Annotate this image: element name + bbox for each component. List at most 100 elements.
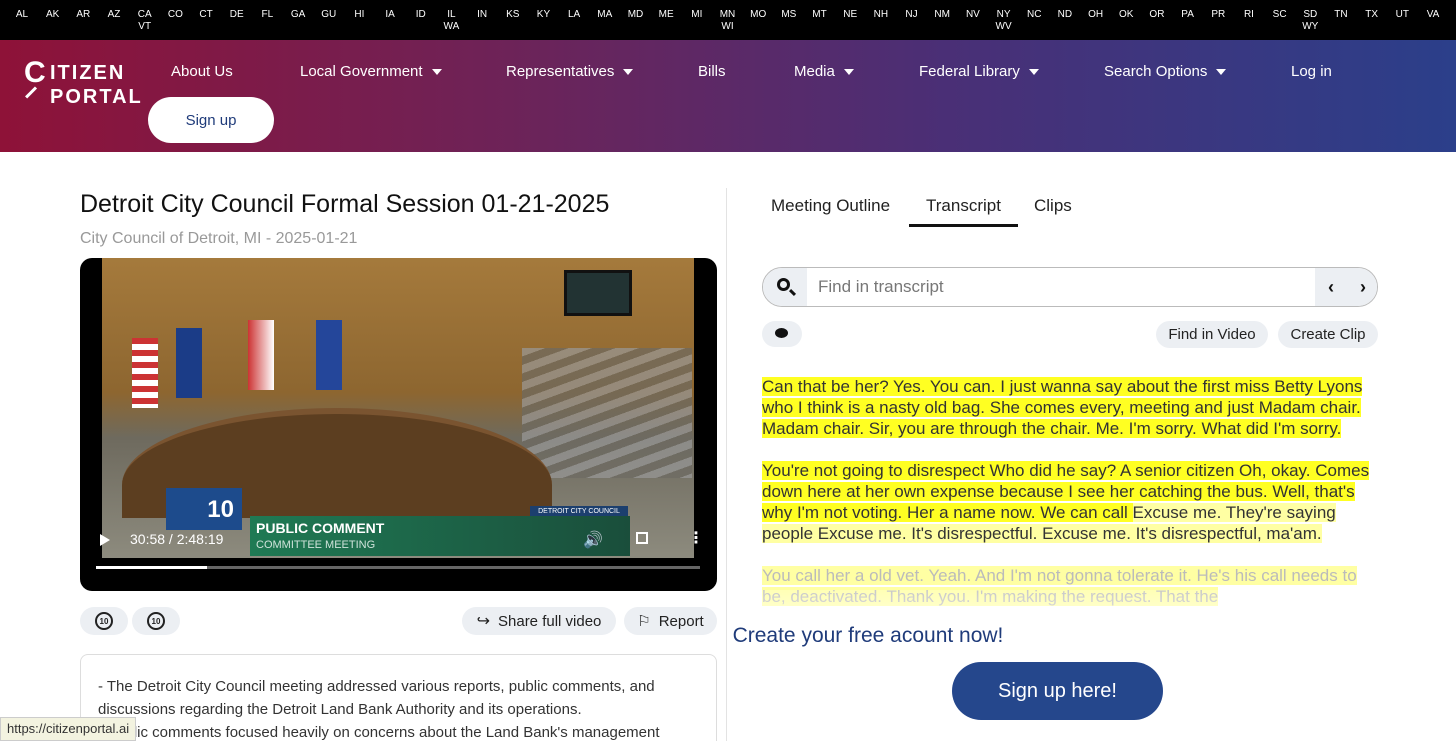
state-link-ks[interactable]: KS bbox=[503, 9, 523, 21]
state-label: KY bbox=[536, 9, 551, 20]
play-icon[interactable] bbox=[100, 534, 110, 546]
state-link-ms[interactable]: MS bbox=[779, 9, 799, 21]
nav-bills[interactable]: Bills bbox=[698, 63, 726, 80]
transcript-paragraph[interactable]: You're not going to disrespect Who did h… bbox=[762, 460, 1378, 544]
search-input[interactable] bbox=[807, 268, 1315, 306]
chevron-right-icon[interactable]: › bbox=[1360, 277, 1366, 298]
logo-word-portal: PORTAL bbox=[50, 86, 143, 108]
state-link-ca[interactable]: CA VT bbox=[135, 9, 155, 33]
signup-button[interactable]: Sign up bbox=[148, 97, 274, 143]
state-label: NC bbox=[1027, 9, 1042, 20]
state-link-la[interactable]: LA bbox=[564, 9, 584, 21]
citizen-portal-logo[interactable]: C ITIZEN PORTAL bbox=[22, 56, 141, 112]
nav-about-us[interactable]: About Us bbox=[171, 63, 233, 80]
video-progress-bar[interactable] bbox=[96, 566, 700, 569]
chat-bubble-icon bbox=[775, 328, 788, 338]
create-clip-button[interactable]: Create Clip bbox=[1278, 321, 1378, 348]
state-link-al[interactable]: AL bbox=[12, 9, 32, 21]
state-link-mo[interactable]: MO bbox=[748, 9, 768, 21]
state-link-ak[interactable]: AK bbox=[43, 9, 63, 21]
state-link-sc[interactable]: SC bbox=[1270, 9, 1290, 21]
nav-media[interactable]: Media bbox=[794, 63, 854, 80]
tab-meeting-outline[interactable]: Meeting Outline bbox=[771, 196, 890, 216]
find-in-video-button[interactable]: Find in Video bbox=[1156, 321, 1268, 348]
state-link-az[interactable]: AZ bbox=[104, 9, 124, 21]
search-icon-circle bbox=[777, 278, 790, 291]
state-link-hi[interactable]: HI bbox=[349, 9, 369, 21]
state-link-ne[interactable]: NE bbox=[840, 9, 860, 21]
state-link-ri[interactable]: RI bbox=[1239, 9, 1259, 21]
state-link-ny[interactable]: NY WV bbox=[994, 9, 1014, 33]
state-link-ky[interactable]: KY bbox=[533, 9, 553, 21]
state-label-secondary: VT bbox=[138, 21, 152, 32]
state-label: MO bbox=[750, 9, 767, 20]
state-label: UT bbox=[1395, 9, 1409, 20]
state-link-ga[interactable]: GA bbox=[288, 9, 308, 21]
state-label: ND bbox=[1057, 9, 1073, 20]
state-link-me[interactable]: ME bbox=[656, 9, 676, 21]
tab-transcript[interactable]: Transcript bbox=[926, 196, 1001, 216]
state-link-mn[interactable]: MN WI bbox=[718, 9, 738, 33]
state-link-il[interactable]: IL WA bbox=[441, 9, 461, 33]
state-link-nm[interactable]: NM bbox=[932, 9, 952, 21]
video-player[interactable]: 10 DETROIT CITY COUNCIL PUBLIC COMMENT C… bbox=[80, 258, 717, 591]
state-link-tx[interactable]: TX bbox=[1362, 9, 1382, 21]
state-link-oh[interactable]: OH bbox=[1086, 9, 1106, 21]
transcript-paragraph[interactable]: Can that be her? Yes. You can. I just wa… bbox=[762, 376, 1378, 439]
state-link-nv[interactable]: NV bbox=[963, 9, 983, 21]
state-link-md[interactable]: MD bbox=[625, 9, 645, 21]
state-link-ut[interactable]: UT bbox=[1392, 9, 1412, 21]
meeting-summary: - The Detroit City Council meeting addre… bbox=[80, 654, 717, 741]
comment-button[interactable] bbox=[762, 321, 802, 347]
state-link-sd[interactable]: SD WY bbox=[1300, 9, 1320, 33]
state-label: KS bbox=[506, 9, 520, 20]
state-link-de[interactable]: DE bbox=[227, 9, 247, 21]
more-vertical-icon[interactable]: ⋮ bbox=[688, 528, 704, 548]
state-link-or[interactable]: OR bbox=[1147, 9, 1167, 21]
state-link-ok[interactable]: OK bbox=[1116, 9, 1136, 21]
state-link-pr[interactable]: PR bbox=[1208, 9, 1228, 21]
find-in-video-label: Find in Video bbox=[1168, 326, 1256, 343]
state-label: SC bbox=[1272, 9, 1287, 20]
state-link-fl[interactable]: FL bbox=[257, 9, 277, 21]
state-link-gu[interactable]: GU bbox=[319, 9, 339, 21]
state-link-in[interactable]: IN bbox=[472, 9, 492, 21]
state-link-mt[interactable]: MT bbox=[810, 9, 830, 21]
chevron-left-icon[interactable]: ‹ bbox=[1328, 277, 1334, 298]
nav-search-options[interactable]: Search Options bbox=[1104, 63, 1227, 80]
search-icon[interactable] bbox=[763, 268, 807, 306]
nav-representatives-label: Representatives bbox=[506, 63, 615, 80]
state-link-ia[interactable]: IA bbox=[380, 9, 400, 21]
state-link-va[interactable]: VA bbox=[1423, 9, 1443, 21]
volume-icon[interactable]: 🔊 bbox=[583, 530, 603, 550]
state-link-ma[interactable]: MA bbox=[595, 9, 615, 21]
state-link-nh[interactable]: NH bbox=[871, 9, 891, 21]
state-link-id[interactable]: ID bbox=[411, 9, 431, 21]
state-link-co[interactable]: CO bbox=[165, 9, 185, 21]
nav-login[interactable]: Log in bbox=[1291, 63, 1332, 80]
state-label: LA bbox=[568, 9, 581, 20]
state-label: CT bbox=[199, 9, 213, 20]
state-link-nc[interactable]: NC bbox=[1024, 9, 1044, 21]
state-label-secondary: WV bbox=[995, 21, 1012, 32]
fullscreen-icon[interactable] bbox=[636, 532, 648, 544]
signup-here-button[interactable]: Sign up here! bbox=[952, 662, 1163, 720]
state-link-mi[interactable]: MI bbox=[687, 9, 707, 21]
state-label: MN bbox=[719, 9, 736, 20]
state-label: NE bbox=[843, 9, 858, 20]
nav-local-government[interactable]: Local Government bbox=[300, 63, 442, 80]
nav-federal-library[interactable]: Federal Library bbox=[919, 63, 1039, 80]
tab-clips[interactable]: Clips bbox=[1034, 196, 1072, 216]
state-label: CA bbox=[137, 9, 152, 20]
state-link-ar[interactable]: AR bbox=[73, 9, 93, 21]
summary-line-2: - Public comments focused heavily on con… bbox=[98, 724, 660, 741]
state-label: TN bbox=[1334, 9, 1348, 20]
state-link-ct[interactable]: CT bbox=[196, 9, 216, 21]
chevron-down-icon bbox=[431, 68, 442, 75]
state-link-nd[interactable]: ND bbox=[1055, 9, 1075, 21]
state-link-nj[interactable]: NJ bbox=[902, 9, 922, 21]
state-link-tn[interactable]: TN bbox=[1331, 9, 1351, 21]
state-link-pa[interactable]: PA bbox=[1178, 9, 1198, 21]
nav-representatives[interactable]: Representatives bbox=[506, 63, 634, 80]
state-label: ME bbox=[658, 9, 674, 20]
